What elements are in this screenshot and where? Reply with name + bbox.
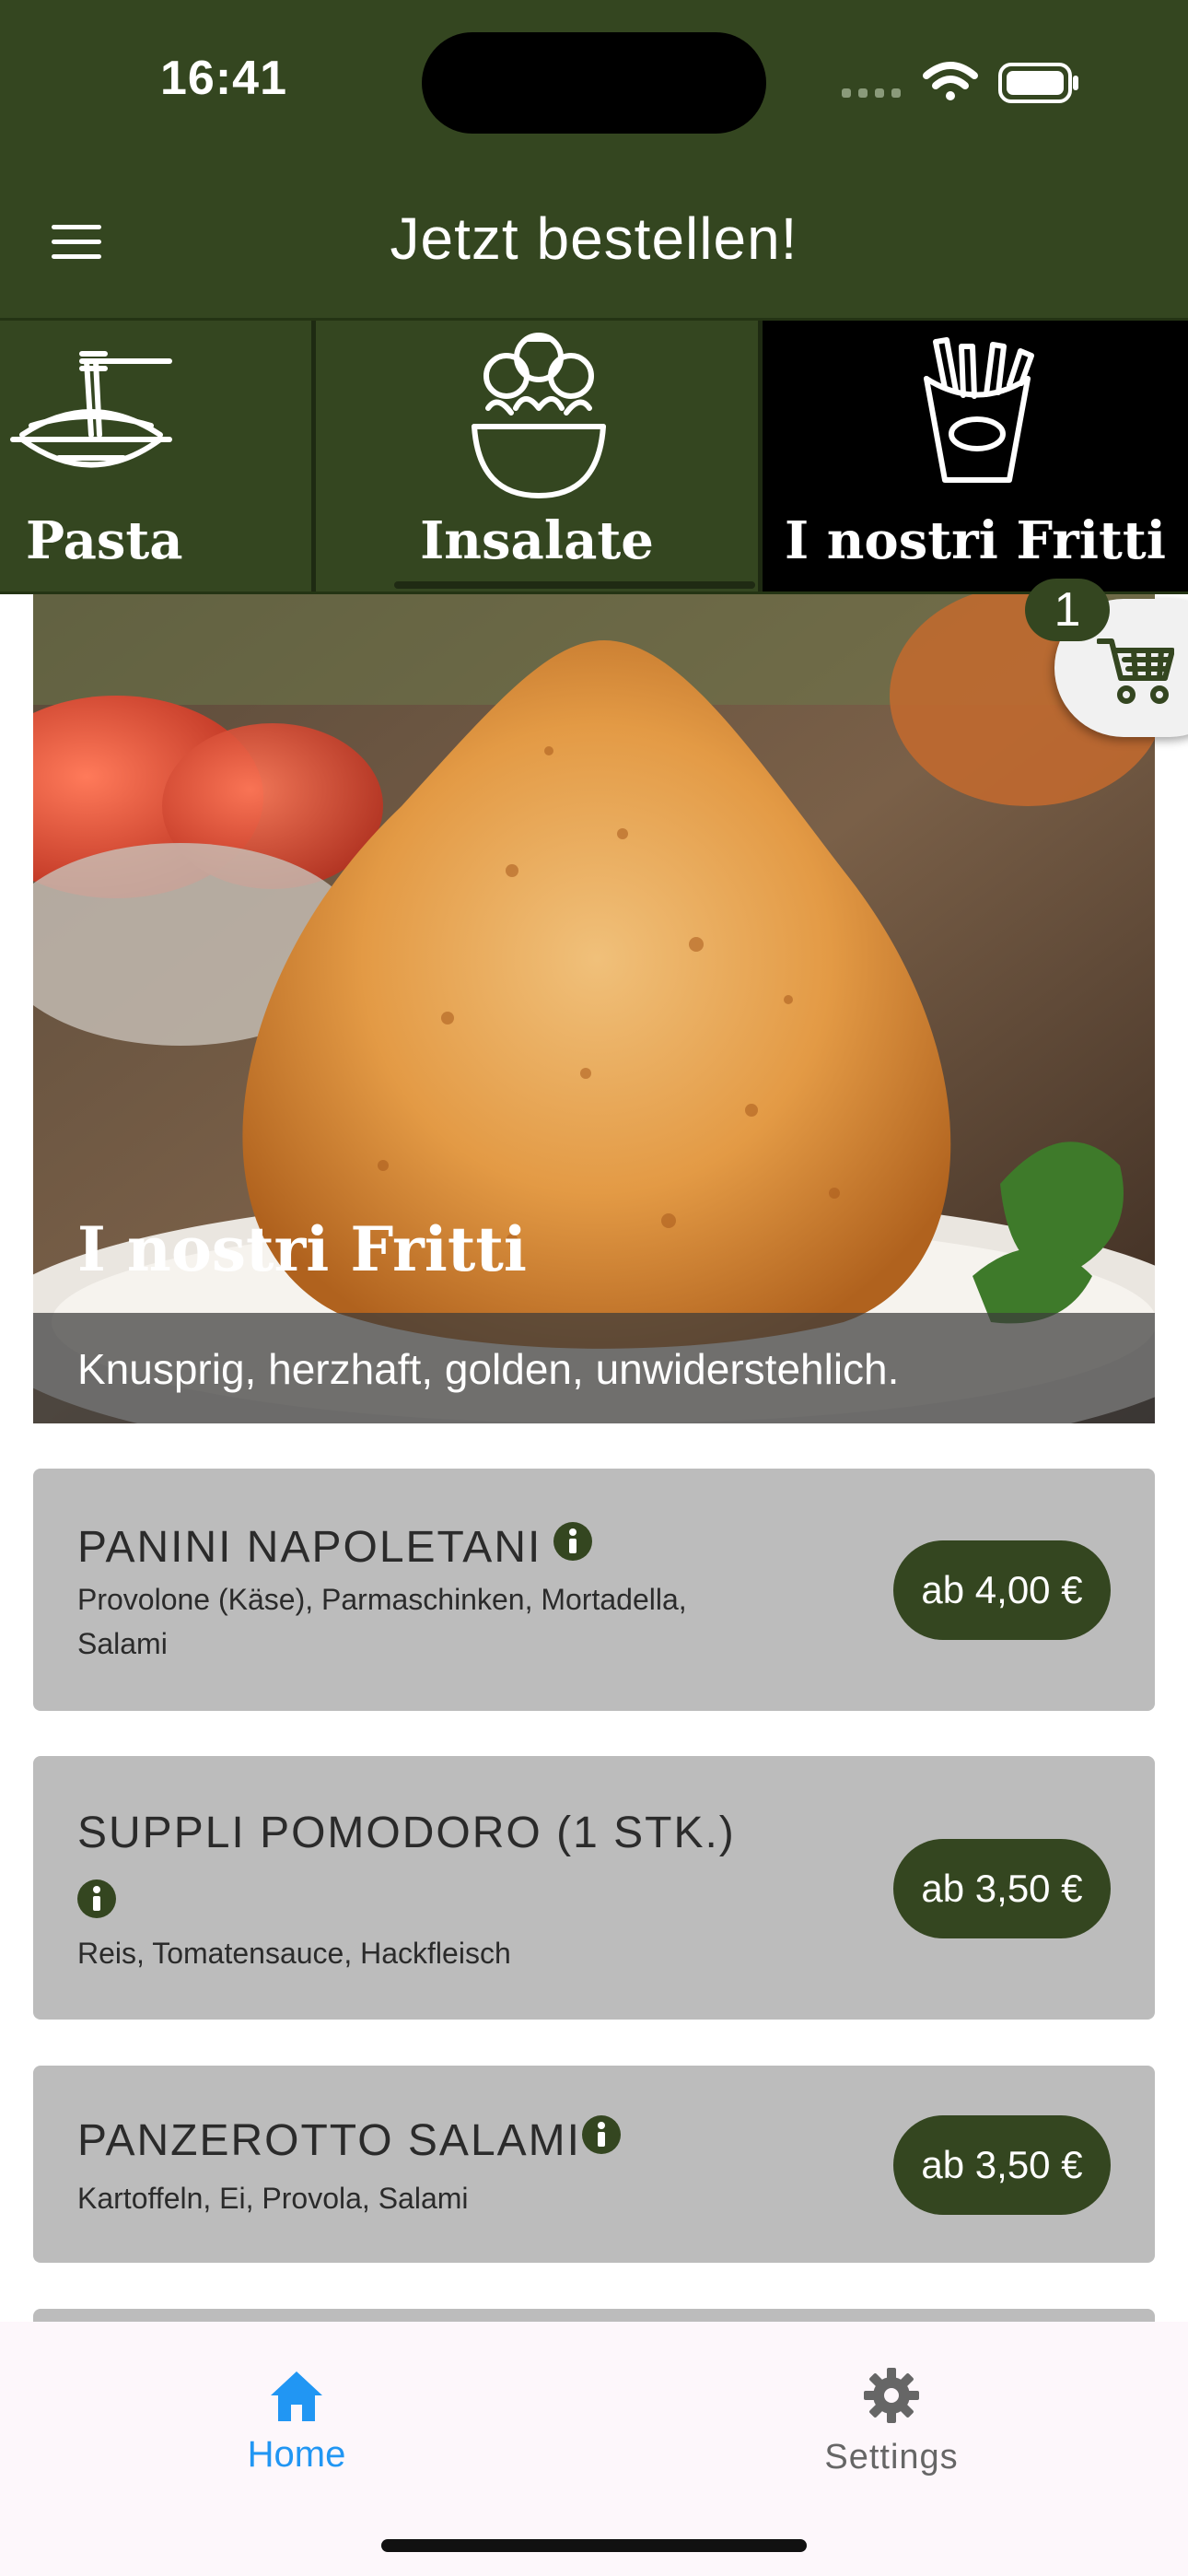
- arancino-image: [33, 594, 1155, 1423]
- status-icons: [842, 62, 1078, 103]
- cart-icon: [1097, 638, 1174, 704]
- signal-icon: [842, 88, 901, 98]
- category-tabs: Pasta Insalate I nostri Fritti: [0, 318, 1188, 594]
- dynamic-island: [422, 32, 766, 134]
- price-button[interactable]: ab 4,00 €: [893, 1540, 1111, 1640]
- info-icon[interactable]: [77, 1879, 116, 1918]
- product-card[interactable]: SUPPLI POMODORO (1 STK.) Reis, Tomatensa…: [33, 1756, 1155, 2020]
- tab-label: Insalate: [420, 510, 654, 571]
- hero-caption-bar: Knusprig, herzhaft, golden, unwiderstehl…: [33, 1313, 1155, 1423]
- nav-label-home: Home: [247, 2434, 346, 2475]
- product-name: PANINI NAPOLETANI: [77, 1523, 542, 1572]
- tab-pasta[interactable]: Pasta: [0, 321, 311, 591]
- battery-icon: [998, 63, 1078, 103]
- info-icon[interactable]: [582, 2115, 621, 2154]
- pasta-icon: [10, 351, 172, 468]
- tab-label: I nostri Fritti: [785, 510, 1166, 571]
- status-time: 16:41: [160, 52, 287, 105]
- cart-count-badge: 1: [1025, 579, 1110, 641]
- tab-i-nostri-fritti[interactable]: I nostri Fritti: [763, 321, 1188, 591]
- info-icon[interactable]: [553, 1522, 592, 1561]
- home-icon: [271, 2371, 322, 2421]
- hero-subtitle: Knusprig, herzhaft, golden, unwiderstehl…: [77, 1345, 900, 1393]
- nav-label-settings: Settings: [824, 2438, 959, 2476]
- gear-icon: [864, 2368, 919, 2423]
- nav-settings[interactable]: Settings: [753, 2348, 1030, 2486]
- home-indicator: [381, 2539, 807, 2552]
- hero-title: I nostri Fritti: [77, 1213, 527, 1285]
- app-header: 16:41 Jetzt bestellen!: [0, 0, 1188, 318]
- nav-home[interactable]: Home: [158, 2348, 435, 2486]
- product-card[interactable]: PANINI NAPOLETANI Provolone (Käse), Parm…: [33, 1469, 1155, 1711]
- price-button[interactable]: ab 3,50 €: [893, 1839, 1111, 1938]
- product-description: Reis, Tomatensauce, Hackfleisch: [77, 1937, 511, 1970]
- hero-banner: I nostri Fritti Knusprig, herzhaft, gold…: [33, 594, 1155, 1423]
- product-card[interactable]: PANZEROTTO SALAMI Kartoffeln, Ei, Provol…: [33, 2066, 1155, 2263]
- product-description: Kartoffeln, Ei, Provola, Salami: [77, 2182, 469, 2215]
- product-description: Provolone (Käse), Parmaschinken, Mortade…: [77, 1583, 687, 1660]
- product-name: PANZEROTTO SALAMI: [77, 2116, 581, 2165]
- fries-icon: [924, 337, 1034, 483]
- tab-insalate[interactable]: Insalate: [316, 321, 758, 591]
- salad-icon: [472, 333, 606, 498]
- page-title: Jetzt bestellen!: [390, 205, 798, 272]
- wifi-icon: [923, 62, 978, 100]
- product-name: SUPPLI POMODORO (1 STK.): [77, 1809, 736, 1857]
- bottom-navigation: Home Settings: [0, 2322, 1188, 2576]
- tab-scroll-indicator: [394, 581, 755, 589]
- price-button[interactable]: ab 3,50 €: [893, 2115, 1111, 2215]
- tab-label: Pasta: [26, 510, 183, 571]
